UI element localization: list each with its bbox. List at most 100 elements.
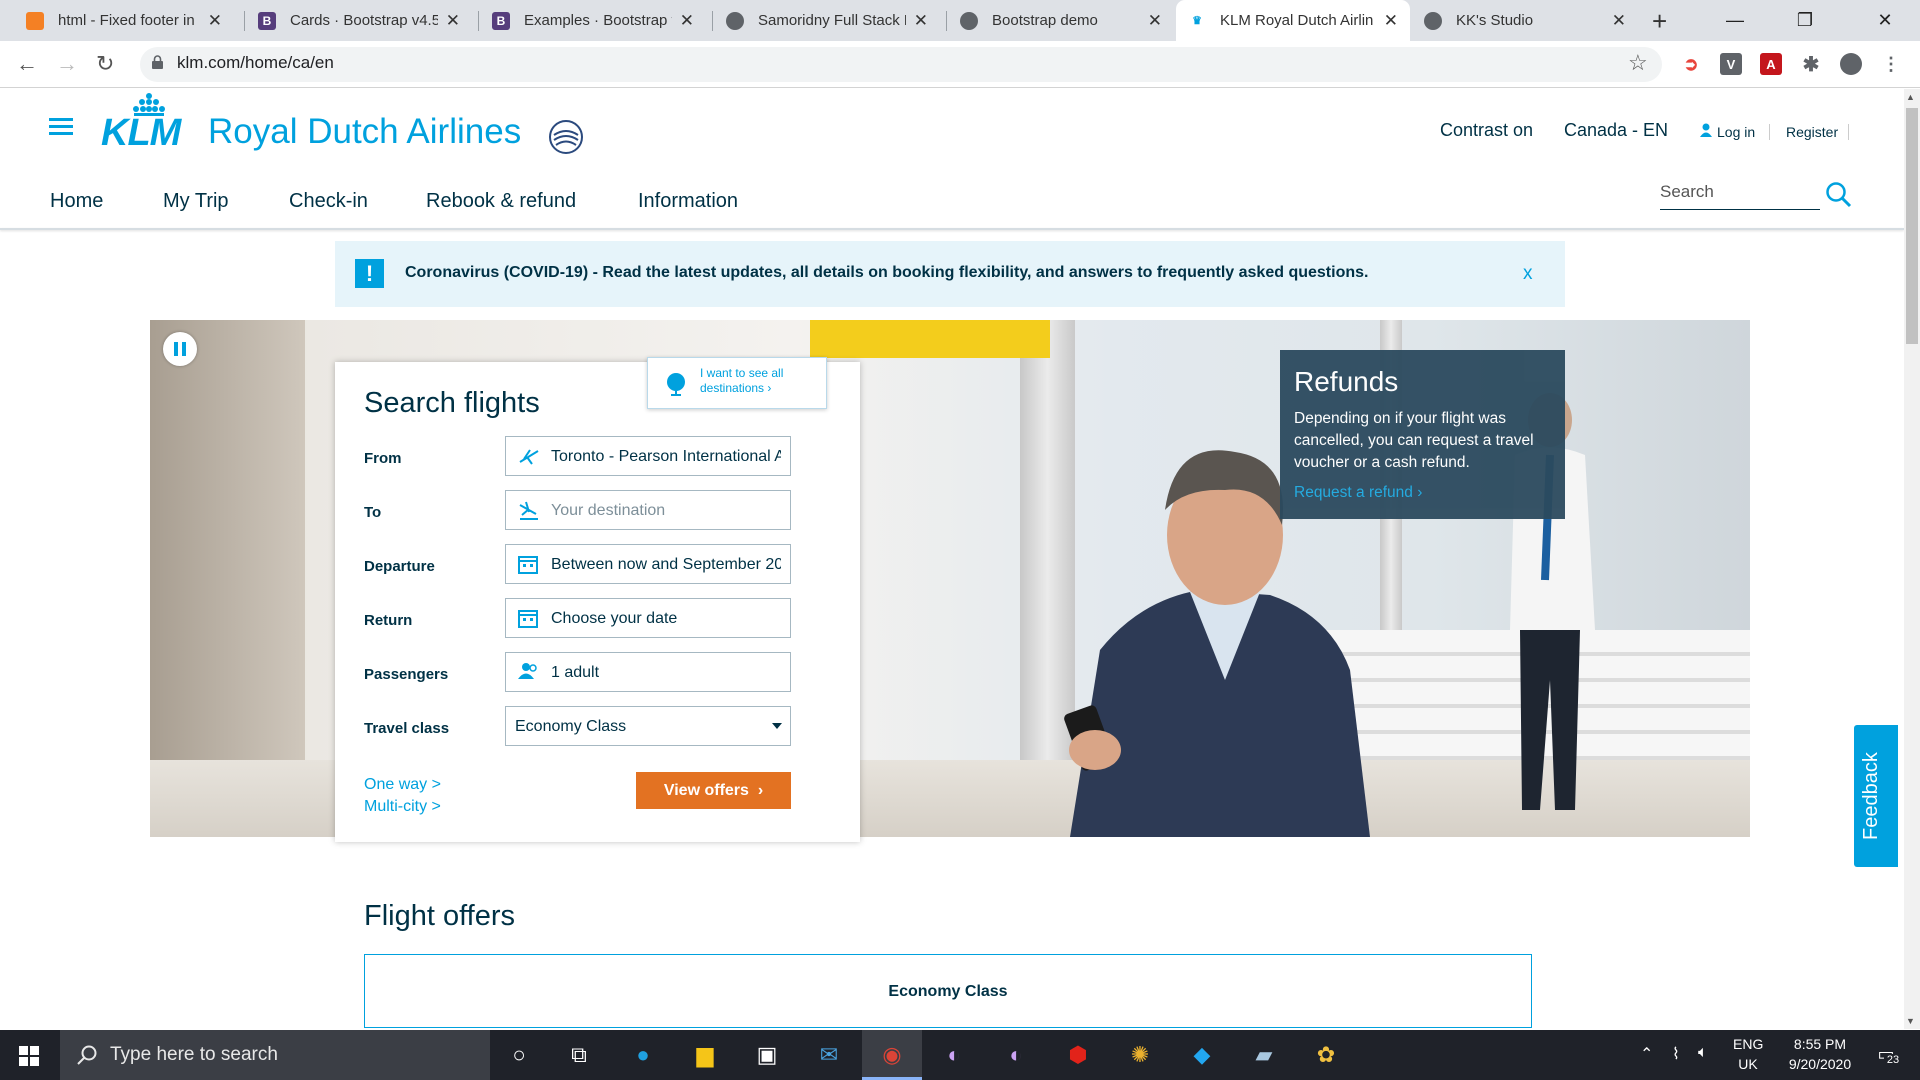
nav-information[interactable]: Information bbox=[638, 190, 738, 213]
close-icon[interactable]: ✕ bbox=[914, 11, 928, 31]
covid-alert-banner: ! Coronavirus (COVID-19) - Read the late… bbox=[335, 241, 1565, 307]
eclipse-icon[interactable]: ◐ bbox=[937, 1038, 971, 1072]
omnibox[interactable] bbox=[140, 47, 1662, 82]
kebab-menu-icon[interactable]: ⋮ bbox=[1880, 53, 1902, 75]
browser-tab-active[interactable]: ♛ KLM Royal Dutch Airlin ✕ bbox=[1176, 0, 1410, 41]
browser-tab[interactable]: B Examples · Bootstrap v ✕ bbox=[480, 0, 706, 41]
brand-name[interactable]: Royal Dutch Airlines bbox=[208, 112, 521, 152]
paint-icon[interactable]: ✿ bbox=[1309, 1038, 1343, 1072]
cortana-icon[interactable]: ○ bbox=[502, 1038, 536, 1072]
tray-chevron-icon[interactable]: ⌃ bbox=[1640, 1044, 1653, 1064]
reload-button[interactable]: ↻ bbox=[96, 51, 114, 77]
economy-class-label: Economy Class bbox=[888, 983, 1008, 1000]
browser-tab[interactable]: Bootstrap demo ✕ bbox=[948, 0, 1174, 41]
new-tab-button[interactable]: + bbox=[1652, 6, 1667, 37]
clock-date[interactable]: 9/20/2020 bbox=[1775, 1056, 1865, 1072]
to-placeholder: Your destination bbox=[551, 502, 666, 519]
scroll-up-arrow[interactable]: ▲ bbox=[1906, 92, 1915, 102]
restore-button[interactable]: ❐ bbox=[1770, 0, 1840, 41]
clock-time[interactable]: 8:55 PM bbox=[1775, 1036, 1865, 1052]
passengers-value: 1 adult bbox=[551, 664, 600, 681]
taskbar-search-box[interactable]: Type here to search bbox=[60, 1030, 490, 1080]
windows-start-icon[interactable] bbox=[19, 1046, 39, 1066]
passengers-field[interactable]: 1 adult bbox=[505, 652, 791, 692]
close-icon[interactable]: ✕ bbox=[1148, 11, 1162, 31]
input-language[interactable]: ENG bbox=[1733, 1036, 1763, 1052]
departure-label: Departure bbox=[364, 558, 435, 575]
departure-field[interactable]: Between now and September 2021 bbox=[505, 544, 791, 584]
close-icon[interactable]: ✕ bbox=[680, 11, 694, 31]
wifi-icon[interactable]: ⌇ bbox=[1672, 1044, 1680, 1064]
mail-icon[interactable]: ✉ bbox=[812, 1038, 846, 1072]
minimize-button[interactable]: — bbox=[1700, 0, 1770, 41]
multi-city-link[interactable]: Multi-city > bbox=[364, 798, 441, 816]
request-refund-link[interactable]: Request a refund › bbox=[1294, 484, 1422, 502]
file-explorer-icon[interactable]: ▆ bbox=[688, 1038, 722, 1072]
site-search-input[interactable]: Search bbox=[1660, 178, 1820, 210]
tab-title: html - Fixed footer in B bbox=[58, 12, 200, 29]
return-value: Choose your date bbox=[551, 610, 678, 627]
alert-close-button[interactable]: x bbox=[1523, 263, 1533, 285]
login-link[interactable]: Log in bbox=[1717, 124, 1755, 140]
nav-home[interactable]: Home bbox=[50, 190, 103, 213]
close-icon[interactable]: ✕ bbox=[1612, 11, 1626, 31]
extension-icon[interactable]: ➲ bbox=[1680, 53, 1702, 75]
header-divider bbox=[0, 228, 1904, 230]
back-button[interactable]: ← bbox=[16, 51, 38, 77]
store-icon[interactable]: ▣ bbox=[750, 1038, 784, 1072]
search-icon bbox=[77, 1045, 97, 1065]
input-region[interactable]: UK bbox=[1733, 1056, 1763, 1072]
nav-check-in[interactable]: Check-in bbox=[289, 190, 368, 213]
edge-icon[interactable]: ● bbox=[626, 1038, 660, 1072]
bookmark-star-icon[interactable]: ☆ bbox=[1628, 50, 1648, 76]
search-flights-title: Search flights bbox=[364, 387, 540, 419]
register-link[interactable]: Register bbox=[1786, 124, 1838, 140]
close-icon[interactable]: ✕ bbox=[208, 11, 222, 31]
all-destinations-link[interactable]: I want to see all destinations › bbox=[647, 357, 827, 409]
scrollbar-thumb[interactable] bbox=[1906, 108, 1918, 344]
window-close-button[interactable]: ✕ bbox=[1850, 0, 1920, 41]
close-icon[interactable]: ✕ bbox=[1384, 11, 1398, 31]
tab-title: KK's Studio bbox=[1456, 12, 1534, 29]
profile-icon[interactable] bbox=[1840, 53, 1862, 75]
chrome-icon[interactable]: ◉ bbox=[875, 1038, 909, 1072]
forward-button[interactable]: → bbox=[56, 51, 78, 77]
view-offers-button[interactable]: View offers › bbox=[636, 772, 791, 809]
one-way-link[interactable]: One way > bbox=[364, 776, 441, 794]
to-field[interactable]: Your destination bbox=[505, 490, 791, 530]
eclipse-icon[interactable]: ◐ bbox=[999, 1038, 1033, 1072]
vimium-icon[interactable]: V bbox=[1720, 53, 1742, 75]
economy-class-tab[interactable]: Economy Class bbox=[364, 954, 1532, 1028]
acrobat-icon[interactable]: ⬢ bbox=[1061, 1038, 1095, 1072]
vscode-icon[interactable]: ◆ bbox=[1185, 1038, 1219, 1072]
tab-title: Examples · Bootstrap v bbox=[524, 12, 672, 29]
browser-tab[interactable]: html - Fixed footer in B ✕ bbox=[14, 0, 234, 41]
url-text[interactable]: klm.com/home/ca/en bbox=[177, 53, 334, 73]
search-icon[interactable] bbox=[1825, 181, 1853, 209]
volume-icon[interactable]: 🔈︎ bbox=[1698, 1044, 1708, 1062]
alert-text[interactable]: Coronavirus (COVID-19) - Read the latest… bbox=[405, 264, 1368, 282]
tab-divider bbox=[478, 11, 479, 31]
klm-logo[interactable]: KLM bbox=[101, 112, 181, 155]
task-view-icon[interactable]: ⧉ bbox=[562, 1038, 596, 1072]
close-icon[interactable]: ✕ bbox=[446, 11, 460, 31]
feedback-tab[interactable]: Feedback bbox=[1854, 725, 1898, 867]
acrobat-icon[interactable]: A bbox=[1760, 53, 1782, 75]
hero-pause-button[interactable] bbox=[163, 332, 197, 366]
nav-my-trip[interactable]: My Trip bbox=[163, 190, 229, 213]
tab-title: Samoridny Full Stack D bbox=[758, 12, 906, 29]
return-field[interactable]: Choose your date bbox=[505, 598, 791, 638]
slack-icon[interactable]: ✺ bbox=[1123, 1038, 1157, 1072]
browser-tab[interactable]: Samoridny Full Stack D ✕ bbox=[714, 0, 940, 41]
travel-class-select[interactable]: Economy Class bbox=[505, 706, 791, 746]
browser-tab[interactable]: KK's Studio ✕ bbox=[1412, 0, 1638, 41]
contrast-toggle[interactable]: Contrast on bbox=[1440, 120, 1533, 141]
nav-rebook-refund[interactable]: Rebook & refund bbox=[426, 190, 576, 213]
from-field[interactable]: Toronto - Pearson International Airport bbox=[505, 436, 791, 476]
puzzle-icon[interactable]: ✱ bbox=[1800, 53, 1822, 76]
hamburger-menu-icon[interactable] bbox=[49, 118, 73, 136]
browser-tab[interactable]: B Cards · Bootstrap v4.5 ✕ bbox=[246, 0, 472, 41]
locale-selector[interactable]: Canada - EN bbox=[1564, 120, 1668, 141]
scroll-down-arrow[interactable]: ▼ bbox=[1906, 1016, 1915, 1026]
notepad-icon[interactable]: ▰ bbox=[1247, 1038, 1281, 1072]
